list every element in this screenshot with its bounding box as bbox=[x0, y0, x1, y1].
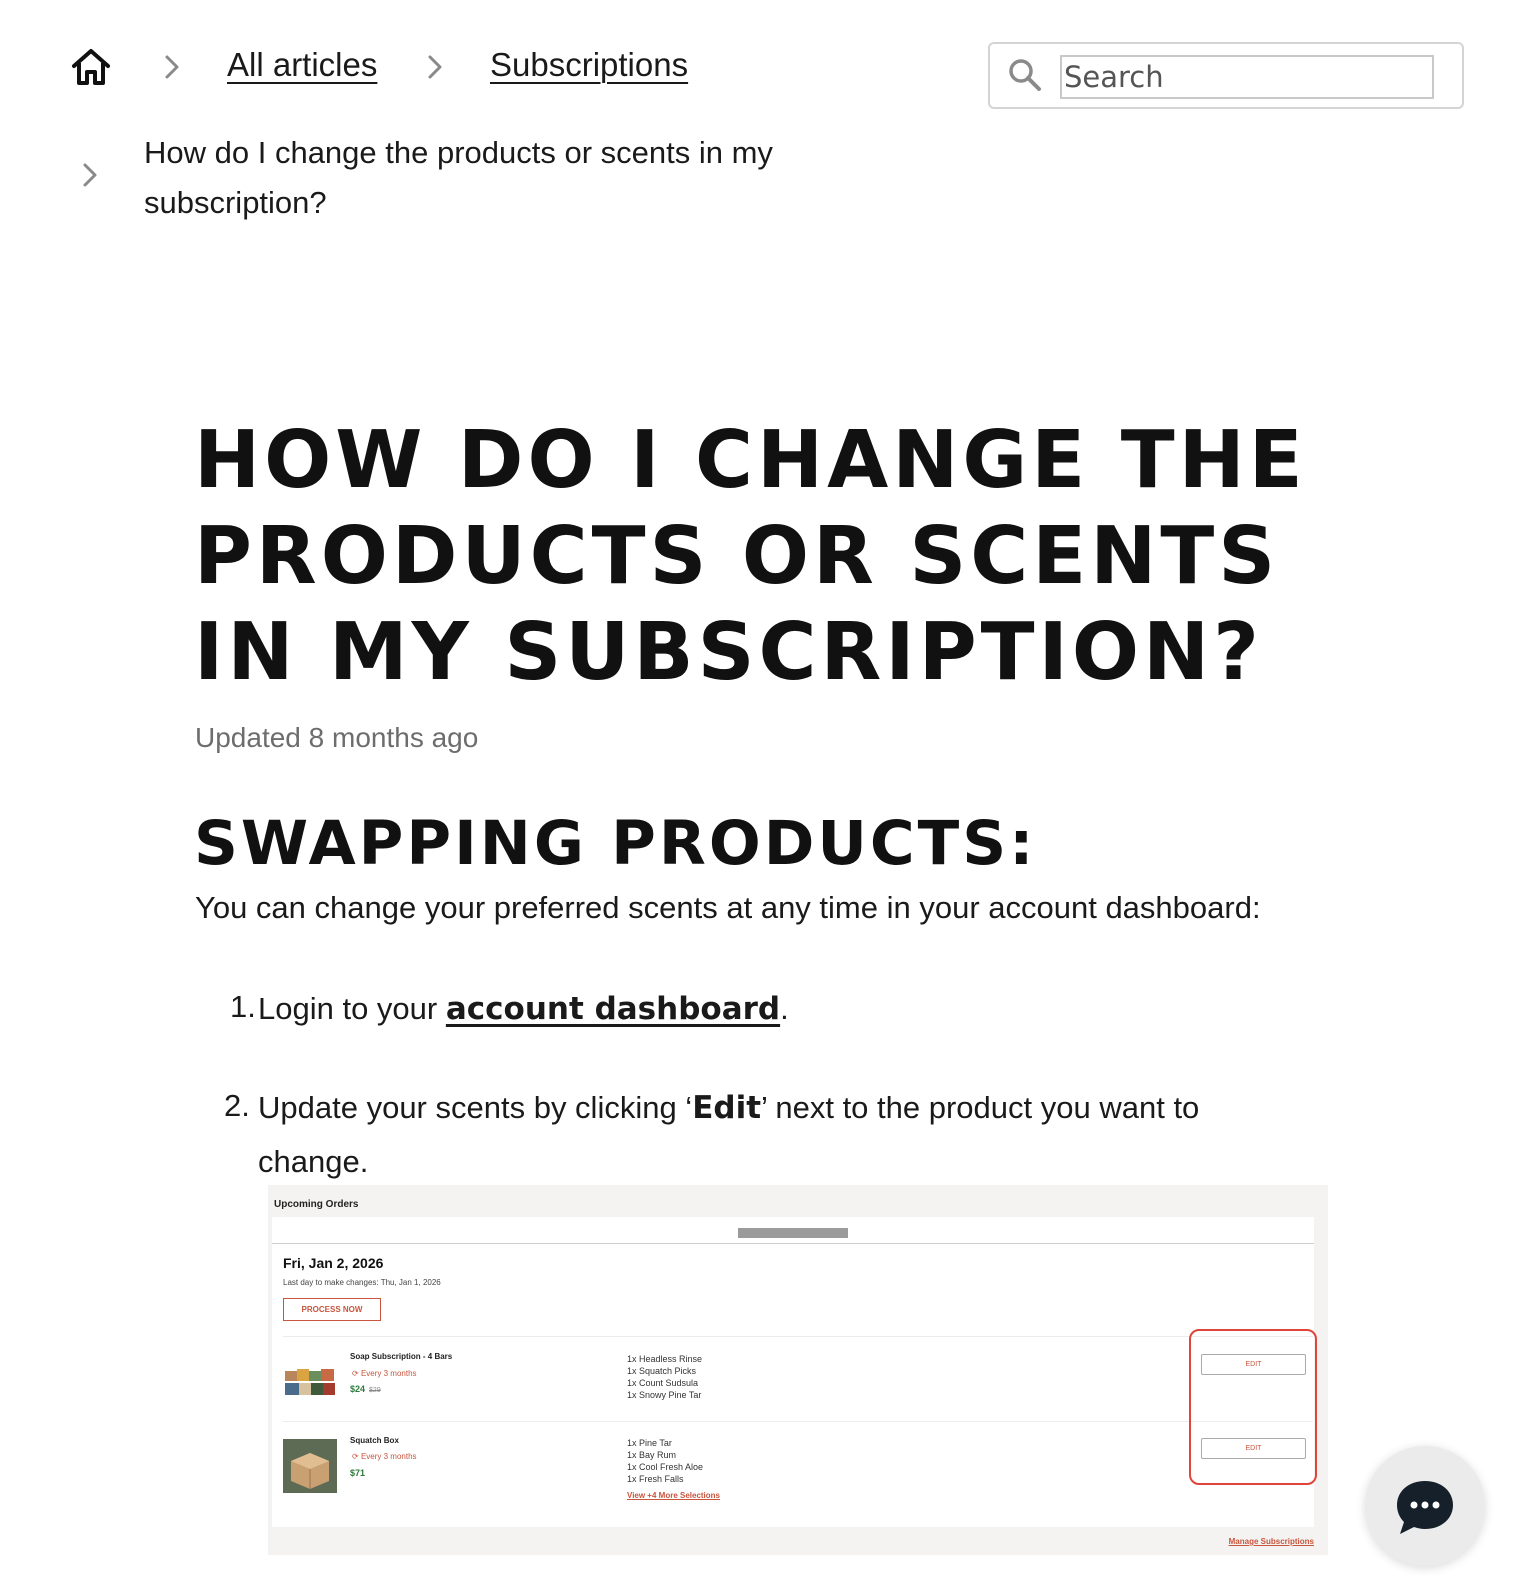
shot-product-frequency: ⟳ Every 3 months bbox=[352, 1452, 417, 1461]
shot-last-day: Last day to make changes: Thu, Jan 1, 20… bbox=[283, 1278, 441, 1287]
step-1-before: Login to your bbox=[258, 991, 446, 1026]
shot-product-items: 1x Pine Tar 1x Bay Rum 1x Cool Fresh Alo… bbox=[627, 1438, 704, 1484]
step-number: 2. bbox=[224, 1088, 250, 1123]
upcoming-orders-screenshot: Upcoming Orders Fri, Jan 2, 2026 Last da… bbox=[268, 1185, 1328, 1555]
intro-paragraph: You can change your preferred scents at … bbox=[195, 890, 1261, 925]
edit-highlight-outline bbox=[1189, 1329, 1317, 1485]
shot-product-frequency: ⟳ Every 3 months bbox=[352, 1369, 417, 1378]
article-title-line1: How do I change the bbox=[194, 414, 1307, 506]
chevron-right-icon bbox=[165, 55, 179, 79]
step-2-text: Update your scents by clicking ‘Edit’ ne… bbox=[258, 1081, 1338, 1189]
shot-title: Upcoming Orders bbox=[274, 1199, 359, 1210]
chevron-right-icon bbox=[428, 55, 442, 79]
shot-manage-subscriptions-link: Manage Subscriptions bbox=[1228, 1537, 1314, 1546]
shot-product-price: $24 $29 bbox=[350, 1384, 381, 1394]
step-number: 1. bbox=[230, 989, 256, 1024]
shot-view-more-link: View +4 More Selections bbox=[627, 1491, 721, 1500]
article-title: How do I change the products or scents i… bbox=[194, 412, 1314, 700]
step-2-edit-word: Edit bbox=[692, 1090, 762, 1126]
shot-product-name: Soap Subscription - 4 Bars bbox=[350, 1352, 453, 1361]
breadcrumb-current-line1: How do I change the products or scents i… bbox=[144, 135, 773, 170]
section-heading: Swapping products: bbox=[194, 808, 1037, 879]
chevron-right-icon bbox=[83, 163, 97, 187]
shot-product-price: $71 bbox=[350, 1468, 366, 1478]
breadcrumb-subscriptions[interactable]: Subscriptions bbox=[490, 46, 688, 84]
process-now-button: PROCESS NOW bbox=[283, 1298, 381, 1321]
shot-row-divider bbox=[283, 1421, 1313, 1422]
search-input[interactable] bbox=[1060, 55, 1434, 99]
soap-bars-image bbox=[283, 1355, 337, 1409]
chat-launcher-button[interactable] bbox=[1365, 1446, 1485, 1566]
breadcrumb-current: How do I change the products or scents i… bbox=[144, 128, 844, 228]
step-1-text: Login to your account dashboard. bbox=[258, 982, 789, 1036]
shot-tab-indicator bbox=[738, 1228, 848, 1238]
shot-divider bbox=[272, 1243, 1314, 1244]
shot-row-divider bbox=[283, 1336, 1313, 1337]
shot-card: Fri, Jan 2, 2026 Last day to make change… bbox=[272, 1217, 1314, 1527]
step-2-after: ’ next to the product you want to bbox=[761, 1090, 1200, 1125]
shot-order-date: Fri, Jan 2, 2026 bbox=[283, 1255, 384, 1271]
step-2-before: Update your scents by clicking ‘ bbox=[258, 1090, 693, 1125]
home-icon[interactable] bbox=[70, 46, 112, 88]
article-title-line3: in my subscription? bbox=[194, 606, 1263, 698]
updated-timestamp: Updated 8 months ago bbox=[195, 722, 479, 753]
squatch-box-image bbox=[283, 1439, 337, 1493]
shot-product-name: Squatch Box bbox=[350, 1436, 399, 1445]
breadcrumb-current-line2: subscription? bbox=[144, 185, 327, 220]
article-title-line2: products or scents bbox=[194, 510, 1280, 602]
chat-bubble-icon bbox=[1397, 1481, 1453, 1534]
search-box bbox=[988, 42, 1464, 109]
account-dashboard-link[interactable]: account dashboard bbox=[446, 991, 780, 1027]
breadcrumb-all-articles[interactable]: All articles bbox=[227, 46, 377, 84]
step-2-line2: change. bbox=[258, 1144, 369, 1179]
shot-product-items: 1x Headless Rinse 1x Squatch Picks 1x Co… bbox=[627, 1354, 703, 1400]
search-icon[interactable] bbox=[1008, 58, 1042, 92]
step-1-after: . bbox=[780, 991, 789, 1026]
